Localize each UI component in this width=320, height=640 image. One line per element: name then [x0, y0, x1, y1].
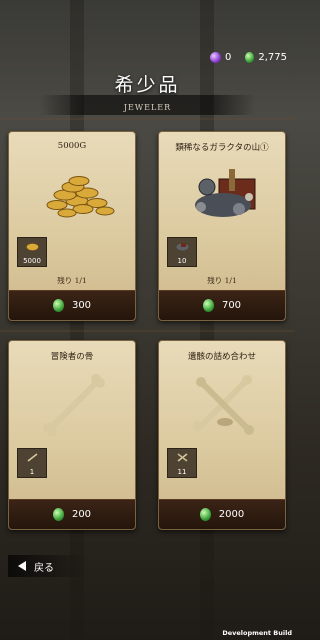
item-name: 遺骸の詰め合わせ — [187, 352, 256, 362]
buy-button[interactable]: 300 — [9, 290, 135, 320]
bone-image — [17, 366, 127, 444]
shop-item-card[interactable]: 5000G 5000 残り 1/1 300 — [8, 131, 136, 321]
back-arrow-icon — [18, 561, 26, 571]
currency-bar: 0 2,775 — [209, 52, 287, 63]
green-gem-icon — [202, 299, 214, 312]
background-shelf — [0, 330, 295, 332]
item-name: 冒険者の骨 — [50, 352, 94, 362]
item-thumbnail: 10 — [167, 237, 197, 267]
crossed-bones-icon — [193, 375, 254, 435]
green-gem-icon — [245, 52, 255, 63]
premium-currency-count: 0 — [224, 52, 232, 63]
gold-coins-image — [17, 157, 127, 235]
background-shelf — [0, 118, 295, 120]
remaining-stock: 残り 1/1 — [57, 276, 87, 285]
thumbnail-quantity: 10 — [177, 257, 187, 265]
buy-button[interactable]: 700 — [159, 290, 285, 320]
remains-assortment-image — [167, 366, 277, 444]
item-name: 5000G — [57, 141, 87, 151]
back-label: 戻る — [34, 562, 54, 574]
purple-gem-icon — [209, 52, 221, 63]
item-thumbnail: 11 — [167, 448, 197, 478]
crossed-bones-mini-icon — [177, 453, 188, 462]
junk-pile-icon — [195, 169, 256, 217]
remaining-stock: 残り 1/1 — [207, 276, 237, 285]
page-subtitle: JEWELER — [123, 103, 172, 112]
item-price: 2000 — [218, 509, 245, 520]
gold-coins-mini-icon — [26, 243, 39, 251]
page-title: 希少品 — [114, 74, 181, 96]
back-button[interactable]: 戻る — [8, 555, 88, 577]
item-thumbnail: 1 — [17, 448, 47, 478]
buy-button[interactable]: 2000 — [159, 499, 285, 529]
green-gem-icon — [52, 299, 64, 312]
junk-pile-mini-icon — [176, 243, 189, 251]
green-gem-icon — [199, 508, 211, 521]
gem-currency-count: 2,775 — [258, 52, 287, 63]
shop-item-card[interactable]: 遺骸の詰め合わせ 11 2000 — [158, 340, 286, 530]
buy-button[interactable]: 200 — [9, 499, 135, 529]
development-build-label: Development Build — [222, 629, 292, 637]
shop-item-card[interactable]: 冒険者の骨 1 200 — [8, 340, 136, 530]
bone-mini-icon — [27, 453, 38, 462]
thumbnail-quantity: 11 — [177, 468, 187, 476]
item-name: 類稀なるガラクタの山① — [175, 143, 269, 153]
shop-item-card[interactable]: 類稀なるガラクタの山① 10 残り 1/1 700 — [158, 131, 286, 321]
item-price: 200 — [71, 509, 92, 520]
gold-coins-icon — [46, 176, 115, 218]
item-price: 300 — [71, 300, 92, 311]
page-header: 希少品 JEWELER — [0, 70, 295, 115]
junk-pile-image — [167, 157, 277, 235]
thumbnail-quantity: 1 — [29, 468, 35, 476]
item-thumbnail: 5000 — [17, 237, 47, 267]
item-price: 700 — [221, 300, 242, 311]
thumbnail-quantity: 5000 — [23, 257, 41, 265]
green-gem-icon — [52, 508, 64, 521]
bone-icon — [43, 374, 105, 437]
